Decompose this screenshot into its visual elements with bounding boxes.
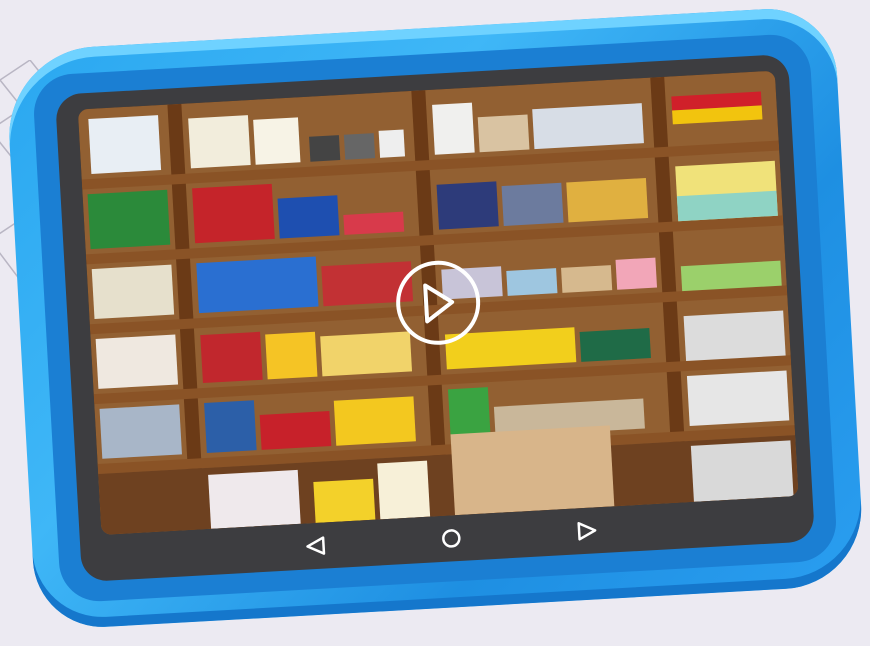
home-button[interactable] [437,524,467,554]
home-circle-icon [442,529,461,548]
back-triangle-icon [306,536,326,555]
tablet-device [4,5,866,631]
play-icon [423,283,455,324]
back-button[interactable] [301,531,331,561]
recents-button[interactable] [572,516,602,546]
forward-triangle-icon [577,522,597,541]
video-screen[interactable] [77,70,799,535]
